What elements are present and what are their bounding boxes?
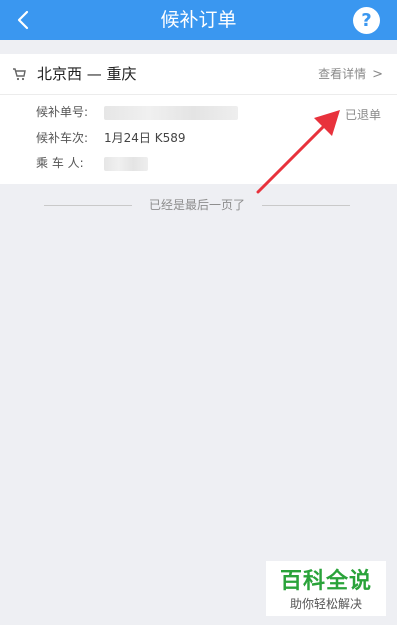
train-row: 候补车次: 1月24日 K589 bbox=[36, 129, 186, 147]
page-title: 候补订单 bbox=[160, 9, 237, 31]
view-details-link[interactable]: 查看详情 > bbox=[318, 54, 383, 94]
passenger-redacted bbox=[104, 156, 148, 171]
view-details-label: 查看详情 bbox=[318, 67, 367, 81]
train-label: 候补车次: bbox=[36, 131, 89, 145]
route-text: 北京西 — 重庆 bbox=[37, 65, 137, 83]
passenger-row: 乘 车 人: bbox=[36, 154, 148, 172]
cart-icon bbox=[13, 68, 26, 81]
watermark-logo: 百科全说 助你轻松解决 bbox=[266, 561, 386, 616]
divider bbox=[0, 94, 397, 95]
order-card-header: 北京西 — 重庆 查看详情 > bbox=[0, 54, 397, 94]
watermark-title: 百科全说 bbox=[279, 569, 372, 594]
watermark-subtitle: 助你轻松解决 bbox=[289, 597, 362, 611]
annotation-arrow-icon bbox=[256, 110, 340, 194]
chevron-right-icon: > bbox=[372, 67, 383, 82]
passenger-label: 乘 车 人: bbox=[36, 156, 84, 170]
order-number-label: 候补单号: bbox=[36, 105, 89, 119]
order-number-redacted bbox=[104, 105, 238, 120]
help-button[interactable]: ? bbox=[353, 7, 380, 34]
app-header: 候补订单 ? bbox=[0, 0, 397, 40]
train-value: 1月24日 K589 bbox=[104, 131, 186, 145]
status-badge: 已退单 bbox=[344, 108, 381, 122]
divider-right bbox=[262, 205, 350, 206]
order-number-row: 候补单号: bbox=[36, 103, 238, 121]
